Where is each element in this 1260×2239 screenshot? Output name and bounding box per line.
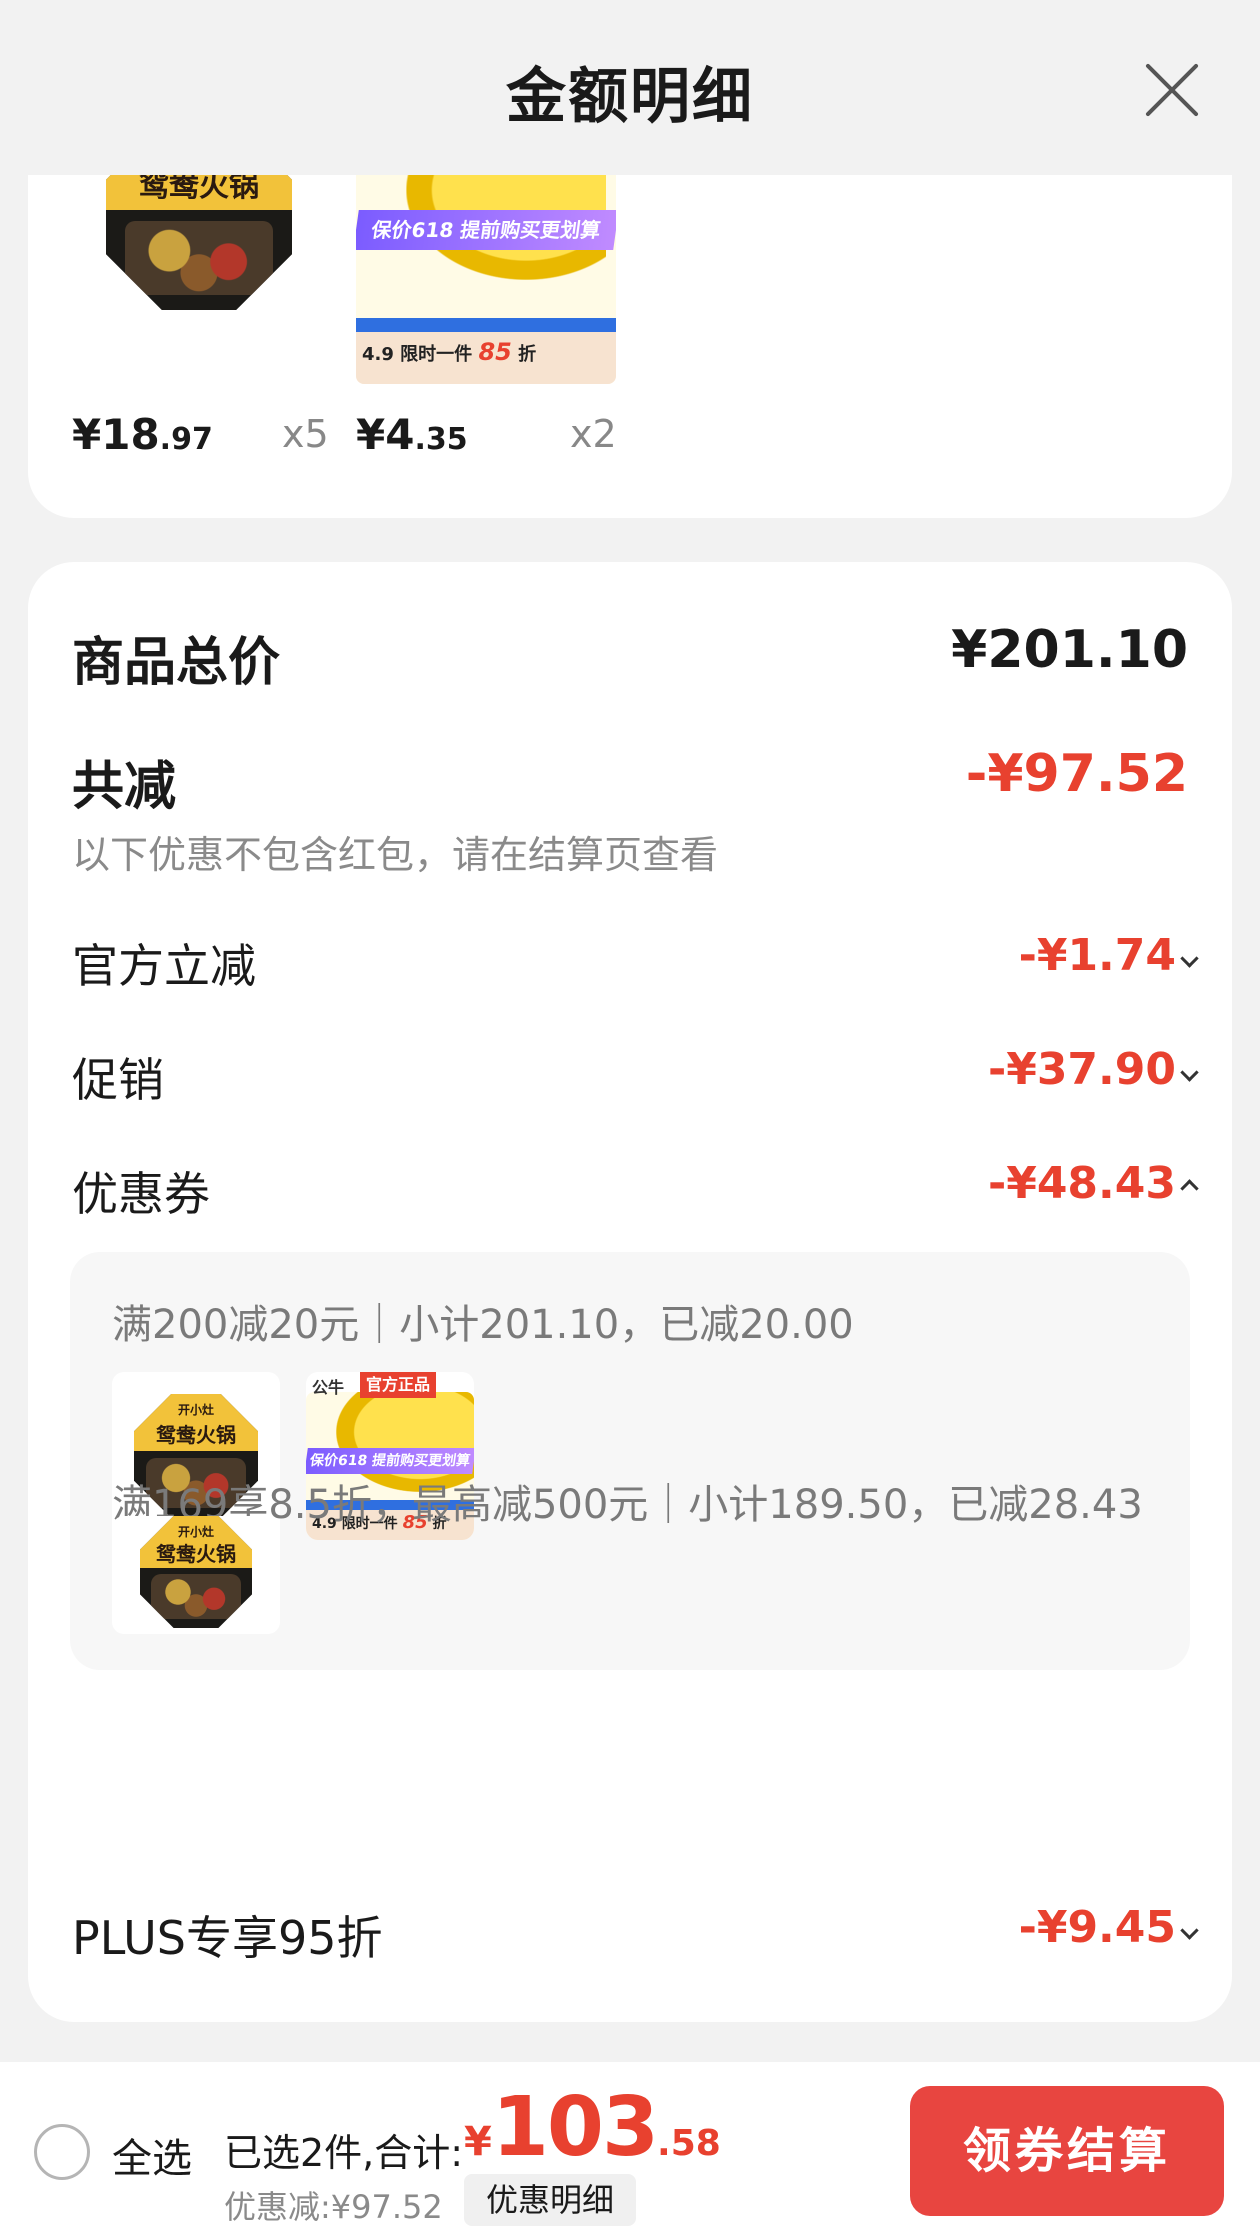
row-label: 促销: [72, 1053, 164, 1107]
promo-unit: 折: [518, 344, 537, 365]
saved-amount: 优惠减:¥97.52: [224, 2188, 443, 2226]
select-all-label[interactable]: 全选: [112, 2126, 192, 2184]
coupon-detail-panel: 满200减20元｜小计201.10，已减20.00 开小灶 鸳鸯火锅 公牛 官方…: [70, 1252, 1190, 1670]
discount-note: 以下优惠不包含红包，请在结算页查看: [72, 833, 719, 877]
sheet-header: 金额明细: [0, 0, 1260, 175]
hotpot-image: 开小灶 鸳鸯火锅: [140, 1516, 252, 1628]
product-card: 开小灶 鸳鸯火锅 保价618 提前购买更划算 4.9 限时一件 85 折: [28, 104, 1232, 518]
chevron-down-icon[interactable]: [1178, 1922, 1200, 1944]
row-label: PLUS专享95折: [72, 1911, 383, 1965]
chevron-down-icon[interactable]: [1178, 950, 1200, 972]
brand-tag: 公牛: [312, 1378, 345, 1397]
goods-total-label: 商品总价: [72, 633, 281, 693]
item-price: ¥18.97: [72, 410, 213, 459]
goods-total-value: ¥201.10: [951, 620, 1188, 680]
promo-text: 限时一件: [400, 344, 473, 365]
promo-price: 4.9: [362, 344, 394, 365]
row-value: -¥48.43: [987, 1158, 1176, 1209]
total-price: ¥103.58: [464, 2080, 721, 2175]
checkout-button[interactable]: 领券结算: [910, 2086, 1224, 2216]
item-qty: x2: [570, 412, 617, 456]
row-value: -¥37.90: [987, 1044, 1176, 1095]
selected-summary: 已选2件,合计:: [224, 2131, 464, 2175]
select-all-radio[interactable]: [34, 2124, 90, 2180]
amount-detail-sheet: 金额明细 开小灶 鸳鸯火锅 保价618 提前购买更划算 4.9 限时一: [0, 0, 1260, 2060]
discount-detail-button[interactable]: 优惠明细: [464, 2174, 637, 2226]
checkout-bar: 全选 已选2件,合计: ¥103.58 优惠减:¥97.52 优惠明细 领券结算: [0, 2062, 1260, 2239]
coupon-desc: 满200减20元｜小计201.10，已减20.00: [112, 1302, 854, 1348]
coupon-product-thumb: 开小灶 鸳鸯火锅: [112, 1516, 280, 1634]
row-label: 优惠券: [72, 1167, 210, 1221]
item-price: ¥4.35: [356, 410, 468, 459]
total-discount-value: -¥97.52: [965, 744, 1188, 804]
promo-ribbon: 保价618 提前购买更划算: [356, 210, 616, 250]
row-value: -¥9.45: [1018, 1902, 1176, 1953]
summary-card: 商品总价 ¥201.10 共减 -¥97.52 以下优惠不包含红包，请在结算页查…: [28, 562, 1232, 2022]
sheet-title: 金额明细: [506, 62, 754, 132]
promo-discount: 85: [478, 338, 512, 366]
item-qty: x5: [282, 412, 329, 456]
row-label: 官方立减: [72, 939, 256, 993]
close-icon[interactable]: [1140, 58, 1204, 122]
row-value: -¥1.74: [1018, 930, 1176, 981]
chevron-up-icon[interactable]: [1178, 1174, 1200, 1196]
chevron-down-icon[interactable]: [1178, 1064, 1200, 1086]
total-discount-label: 共减: [72, 757, 177, 817]
official-tag: 官方正品: [360, 1372, 437, 1398]
